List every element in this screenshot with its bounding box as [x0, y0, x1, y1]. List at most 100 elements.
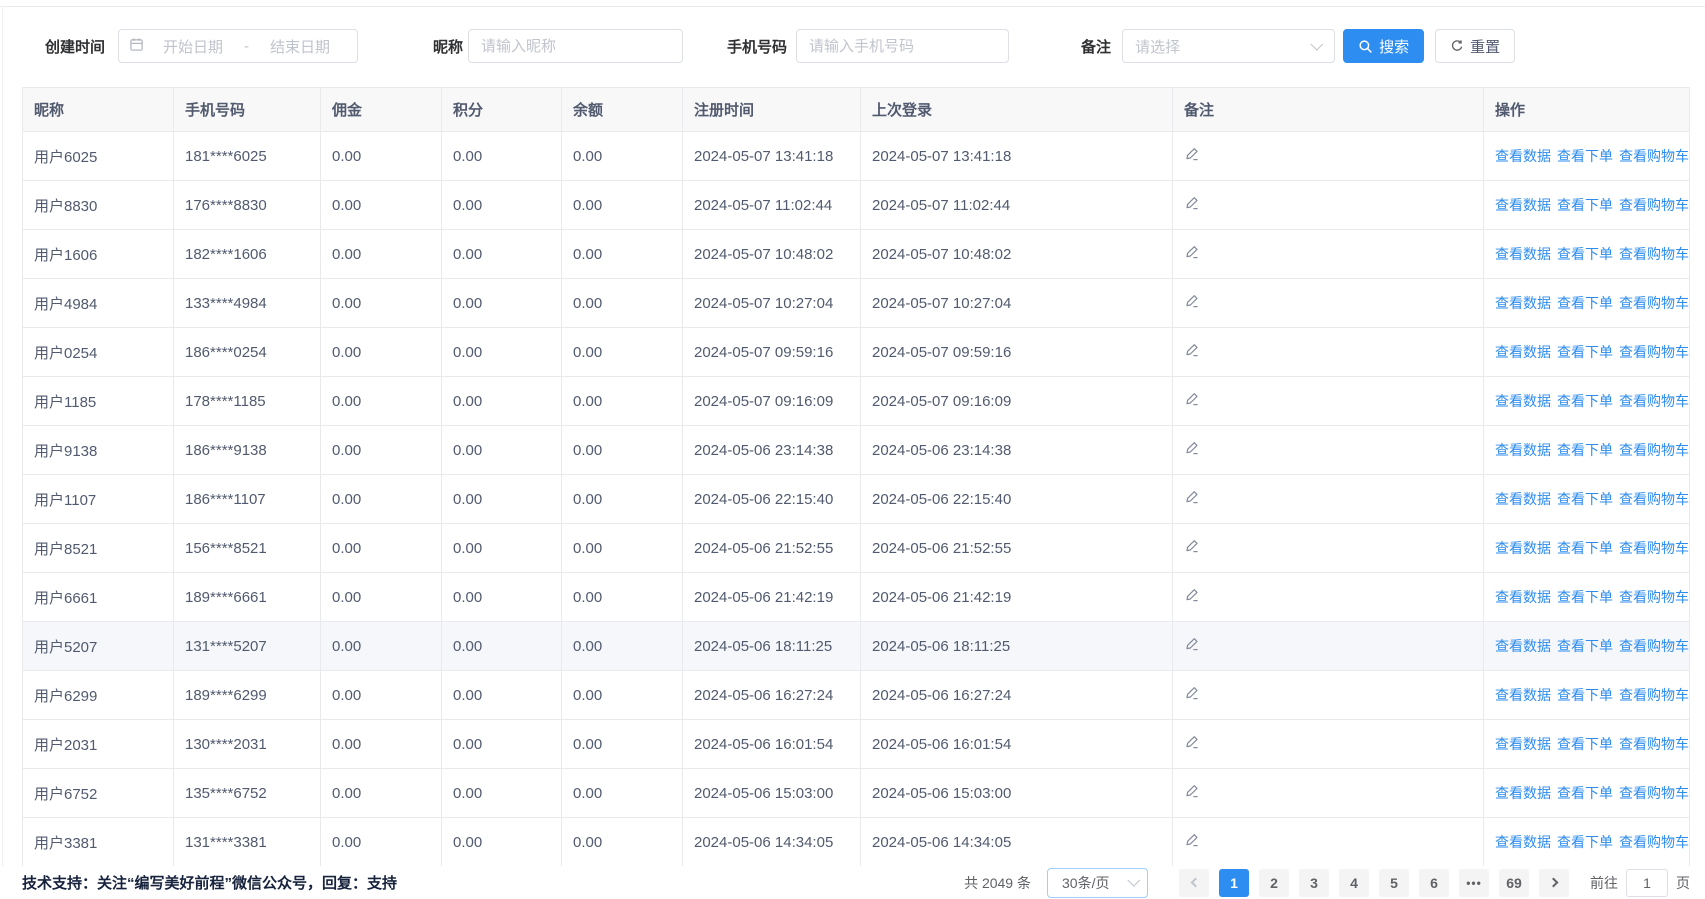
action-link[interactable]: 查看下单 — [1557, 687, 1613, 703]
edit-remark-button[interactable] — [1184, 342, 1200, 358]
action-link[interactable]: 查看购物车 — [1619, 540, 1689, 556]
more-pages-button[interactable]: ••• — [1459, 869, 1489, 897]
edit-remark-button[interactable] — [1184, 587, 1200, 603]
action-link[interactable]: 查看购物车 — [1619, 197, 1689, 213]
balance-cell: 0.00 — [562, 181, 683, 230]
page-size-select[interactable]: 30条/页 — [1047, 868, 1148, 898]
actions-cell: 查看数据查看下单查看购物车 — [1484, 475, 1690, 524]
phone-input[interactable] — [796, 29, 1009, 63]
page-number-button[interactable]: 4 — [1339, 869, 1369, 897]
action-link[interactable]: 查看购物车 — [1619, 491, 1689, 507]
reset-button[interactable]: 重置 — [1435, 29, 1515, 63]
edit-remark-button[interactable] — [1184, 538, 1200, 554]
edit-remark-button[interactable] — [1184, 685, 1200, 701]
edit-remark-button[interactable] — [1184, 783, 1200, 799]
action-link[interactable]: 查看购物车 — [1619, 785, 1689, 801]
edit-remark-button[interactable] — [1184, 832, 1200, 848]
actions-cell: 查看数据查看下单查看购物车 — [1484, 671, 1690, 720]
prev-page-button[interactable] — [1179, 869, 1209, 897]
last-login-cell: 2024-05-06 23:14:38 — [861, 426, 1173, 475]
action-link[interactable]: 查看下单 — [1557, 834, 1613, 850]
last-login-cell: 2024-05-06 21:42:19 — [861, 573, 1173, 622]
action-link[interactable]: 查看数据 — [1495, 491, 1551, 507]
date-end-placeholder[interactable]: 结束日期 — [251, 36, 349, 57]
edit-remark-button[interactable] — [1184, 391, 1200, 407]
remark-select[interactable]: 请选择 — [1122, 29, 1335, 63]
action-link[interactable]: 查看数据 — [1495, 589, 1551, 605]
pencil-icon — [1184, 293, 1200, 309]
edit-remark-button[interactable] — [1184, 195, 1200, 211]
page-number-button[interactable]: 5 — [1379, 869, 1409, 897]
page-number-button[interactable]: 3 — [1299, 869, 1329, 897]
remark-cell — [1173, 377, 1484, 426]
action-link[interactable]: 查看购物车 — [1619, 246, 1689, 262]
action-link[interactable]: 查看下单 — [1557, 197, 1613, 213]
nickname-label: 昵称 — [433, 36, 463, 57]
action-link[interactable]: 查看数据 — [1495, 785, 1551, 801]
date-range-picker[interactable]: 开始日期 - 结束日期 — [118, 29, 358, 63]
edit-remark-button[interactable] — [1184, 244, 1200, 260]
actions-cell: 查看数据查看下单查看购物车 — [1484, 377, 1690, 426]
edit-remark-button[interactable] — [1184, 146, 1200, 162]
action-link[interactable]: 查看购物车 — [1619, 638, 1689, 654]
page-number-button[interactable]: 1 — [1219, 869, 1249, 897]
action-link[interactable]: 查看购物车 — [1619, 736, 1689, 752]
next-page-button[interactable] — [1539, 869, 1569, 897]
goto-page-input[interactable] — [1626, 869, 1668, 897]
action-link[interactable]: 查看数据 — [1495, 540, 1551, 556]
date-start-placeholder[interactable]: 开始日期 — [144, 36, 242, 57]
action-link[interactable]: 查看数据 — [1495, 687, 1551, 703]
action-link[interactable]: 查看下单 — [1557, 638, 1613, 654]
action-link[interactable]: 查看下单 — [1557, 540, 1613, 556]
remark-cell — [1173, 818, 1484, 867]
action-link[interactable]: 查看购物车 — [1619, 687, 1689, 703]
edit-remark-button[interactable] — [1184, 734, 1200, 750]
pencil-icon — [1184, 146, 1200, 162]
page-number-button[interactable]: 2 — [1259, 869, 1289, 897]
action-link[interactable]: 查看数据 — [1495, 834, 1551, 850]
edit-remark-button[interactable] — [1184, 489, 1200, 505]
edit-remark-button[interactable] — [1184, 293, 1200, 309]
action-link[interactable]: 查看数据 — [1495, 442, 1551, 458]
action-link[interactable]: 查看数据 — [1495, 344, 1551, 360]
action-link[interactable]: 查看数据 — [1495, 393, 1551, 409]
action-link[interactable]: 查看下单 — [1557, 589, 1613, 605]
action-link[interactable]: 查看购物车 — [1619, 834, 1689, 850]
table-row: 用户3381 131****3381 0.00 0.00 0.00 2024-0… — [23, 818, 1690, 867]
action-link[interactable]: 查看数据 — [1495, 295, 1551, 311]
action-link[interactable]: 查看购物车 — [1619, 393, 1689, 409]
action-link[interactable]: 查看数据 — [1495, 246, 1551, 262]
action-link[interactable]: 查看下单 — [1557, 442, 1613, 458]
balance-cell: 0.00 — [562, 573, 683, 622]
action-link[interactable]: 查看下单 — [1557, 148, 1613, 164]
goto-suffix: 页 — [1676, 873, 1690, 893]
edit-remark-button[interactable] — [1184, 440, 1200, 456]
nickname-cell: 用户9138 — [23, 426, 174, 475]
action-link[interactable]: 查看下单 — [1557, 785, 1613, 801]
action-link[interactable]: 查看下单 — [1557, 344, 1613, 360]
action-link[interactable]: 查看购物车 — [1619, 295, 1689, 311]
action-link[interactable]: 查看购物车 — [1619, 148, 1689, 164]
nickname-cell: 用户3381 — [23, 818, 174, 867]
action-link[interactable]: 查看购物车 — [1619, 442, 1689, 458]
remark-cell — [1173, 524, 1484, 573]
nickname-input[interactable] — [468, 29, 683, 63]
action-link[interactable]: 查看数据 — [1495, 736, 1551, 752]
commission-cell: 0.00 — [321, 181, 442, 230]
action-link[interactable]: 查看数据 — [1495, 638, 1551, 654]
action-link[interactable]: 查看购物车 — [1619, 589, 1689, 605]
search-button[interactable]: 搜索 — [1343, 29, 1424, 63]
action-link[interactable]: 查看下单 — [1557, 295, 1613, 311]
action-link[interactable]: 查看下单 — [1557, 736, 1613, 752]
edit-remark-button[interactable] — [1184, 636, 1200, 652]
action-link[interactable]: 查看数据 — [1495, 148, 1551, 164]
action-link[interactable]: 查看下单 — [1557, 393, 1613, 409]
page-number-button[interactable]: 6 — [1419, 869, 1449, 897]
page-number-button[interactable]: 69 — [1499, 869, 1529, 897]
action-link[interactable]: 查看购物车 — [1619, 344, 1689, 360]
action-link[interactable]: 查看数据 — [1495, 197, 1551, 213]
last-login-cell: 2024-05-06 16:01:54 — [861, 720, 1173, 769]
refresh-icon — [1450, 39, 1464, 53]
action-link[interactable]: 查看下单 — [1557, 246, 1613, 262]
action-link[interactable]: 查看下单 — [1557, 491, 1613, 507]
